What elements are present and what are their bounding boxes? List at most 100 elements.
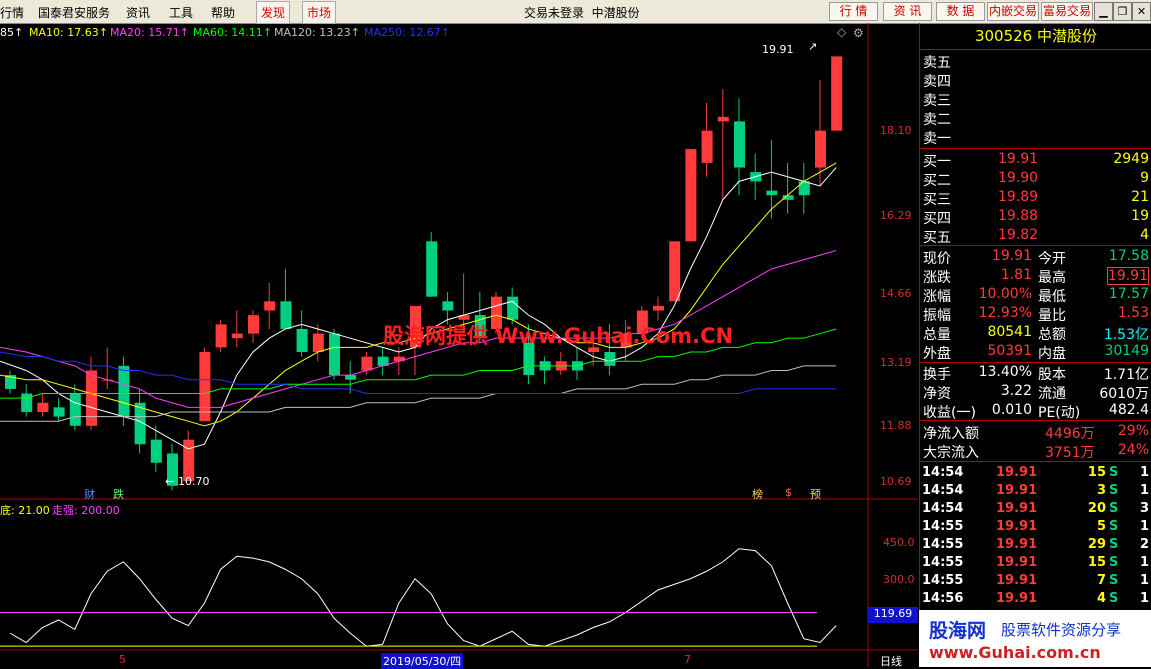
bid-row[interactable]: 买三 19.89 21 [920,189,1151,208]
restore-icon[interactable]: ❐ [1113,2,1132,21]
settings-icon[interactable]: ⚙ [853,26,864,40]
tick-price: 19.91 [996,483,1038,498]
stat-row: 现价 19.91 今开 17.58 [920,248,1151,267]
drop-marker[interactable]: 跌 [113,486,124,502]
flow-pct: 24% [1117,442,1149,458]
candle-body[interactable] [766,190,778,196]
ad-banner[interactable]: 股海网 股票软件资源分享 www.Guhai.com.cn [919,610,1151,667]
bid-label: 买一 [923,154,951,170]
forecast-marker[interactable]: 预 [810,486,821,502]
candle-body[interactable] [798,181,810,196]
candle-body[interactable] [734,121,745,168]
candle-body[interactable] [669,241,681,302]
tick-time: 14:54 [922,465,964,480]
candle-body[interactable] [442,301,454,311]
candle-body[interactable] [53,407,65,417]
finance-marker[interactable]: 财 [84,486,95,502]
diamond-icon[interactable]: ◇ [837,25,847,39]
candle-body[interactable] [685,149,697,242]
candle-body[interactable] [329,333,340,376]
candle-body[interactable] [21,393,33,412]
bid-label: 买五 [923,230,951,246]
candle-body[interactable] [150,439,162,463]
tick-side: S [1109,555,1119,570]
market-button[interactable]: 市场 [302,1,337,24]
candle-body[interactable] [312,333,324,353]
toolbar-data-button[interactable]: 数 据 [936,2,985,21]
watermark: 股海网提供 Www.Guhai.Com.CN [383,324,734,348]
menu-item-news[interactable]: 资讯 [126,4,150,21]
bid-volume: 9 [1140,170,1149,186]
menu-item-hangqing[interactable]: 行情 [0,4,24,21]
ask-row[interactable]: 卖二 [920,109,1151,128]
tick-price: 19.91 [996,465,1038,480]
menu-item-tools[interactable]: 工具 [169,4,193,21]
menu-item-help[interactable]: 帮助 [211,4,235,21]
tick-price: 19.91 [996,573,1038,588]
minimize-icon[interactable]: ▁ [1094,2,1113,21]
candle-body[interactable] [215,324,227,348]
ask-row[interactable]: 卖五 [920,52,1151,71]
candle-body[interactable] [507,296,519,320]
stat-label: 总量 [923,327,951,343]
ask-row[interactable]: 卖四 [920,71,1151,90]
bid-row[interactable]: 买四 19.88 19 [920,208,1151,227]
flow-label: 净流入额 [923,426,979,442]
ask-label: 卖二 [923,112,951,128]
bid-price: 19.91 [998,151,1039,167]
candle-body[interactable] [426,241,438,297]
candle-body[interactable] [37,402,49,412]
window-title: 交易未登录 中潜股份 [524,4,640,21]
ad-tagline: 股票软件资源分享 [1001,621,1122,639]
stat-label: 最低 [1038,289,1066,305]
divider [920,245,1151,246]
bid-row[interactable]: 买一 19.91 2949 [920,151,1151,170]
candle-body[interactable] [815,130,826,168]
stat-value: 30149 [1104,343,1149,359]
fund-value: 13.40% [978,364,1032,380]
discover-button[interactable]: 发现 [256,1,291,24]
bid-price: 19.88 [998,208,1039,224]
bid-row[interactable]: 买二 19.90 9 [920,170,1151,189]
toolbar-quote-button[interactable]: 行 情 [829,2,878,21]
candle-body[interactable] [701,130,713,163]
bid-row[interactable]: 买五 19.82 4 [920,227,1151,246]
fund-label: 股本 [1038,367,1066,383]
x-axis-mark: 5 [119,653,126,666]
candle-body[interactable] [118,365,130,417]
stat-row: 外盘 50391 内盘 30149 [920,343,1151,362]
divider [920,420,1151,421]
stat-row: 涨幅 10.00% 最低 17.57 [920,286,1151,305]
tick-price: 19.91 [996,501,1038,516]
tick-side: S [1109,483,1119,498]
toolbar-embedded-trade-button[interactable]: 内嵌交易 [987,2,1039,21]
bid-volume: 2949 [1113,151,1149,167]
candle-body[interactable] [296,328,308,353]
candle-body[interactable] [199,352,211,422]
fund-row: 净资 3.22 流通 6010万 [920,383,1151,402]
close-icon[interactable]: ✕ [1132,2,1151,21]
toolbar-fuyi-trade-button[interactable]: 富易交易 [1041,2,1093,21]
candle-body[interactable] [653,305,664,311]
ask-row[interactable]: 卖一 [920,128,1151,147]
candle-body[interactable] [231,333,243,339]
toolbar-news-button[interactable]: 资 讯 [883,2,932,21]
candle-body[interactable] [831,56,843,131]
dollar-marker[interactable]: $ [785,486,792,499]
candle-body[interactable] [248,315,259,334]
stat-label: 量比 [1038,308,1066,324]
stat-value: 50391 [987,343,1032,359]
candle-body[interactable] [280,301,292,329]
candle-body[interactable] [361,356,373,371]
candle-body[interactable] [264,301,276,311]
candle-body[interactable] [345,375,357,380]
ask-row[interactable]: 卖三 [920,90,1151,109]
menu-item-service[interactable]: 国泰君安服务 [38,4,110,21]
candle-body[interactable] [69,393,81,426]
candle-body[interactable] [717,116,729,122]
candle-body[interactable] [604,352,616,366]
candle-body[interactable] [393,356,405,362]
candle-body[interactable] [86,370,97,426]
ranking-marker[interactable]: 榜 [752,486,763,502]
fund-row: 收益(一) 0.010 PE(动) 482.4 [920,402,1151,421]
